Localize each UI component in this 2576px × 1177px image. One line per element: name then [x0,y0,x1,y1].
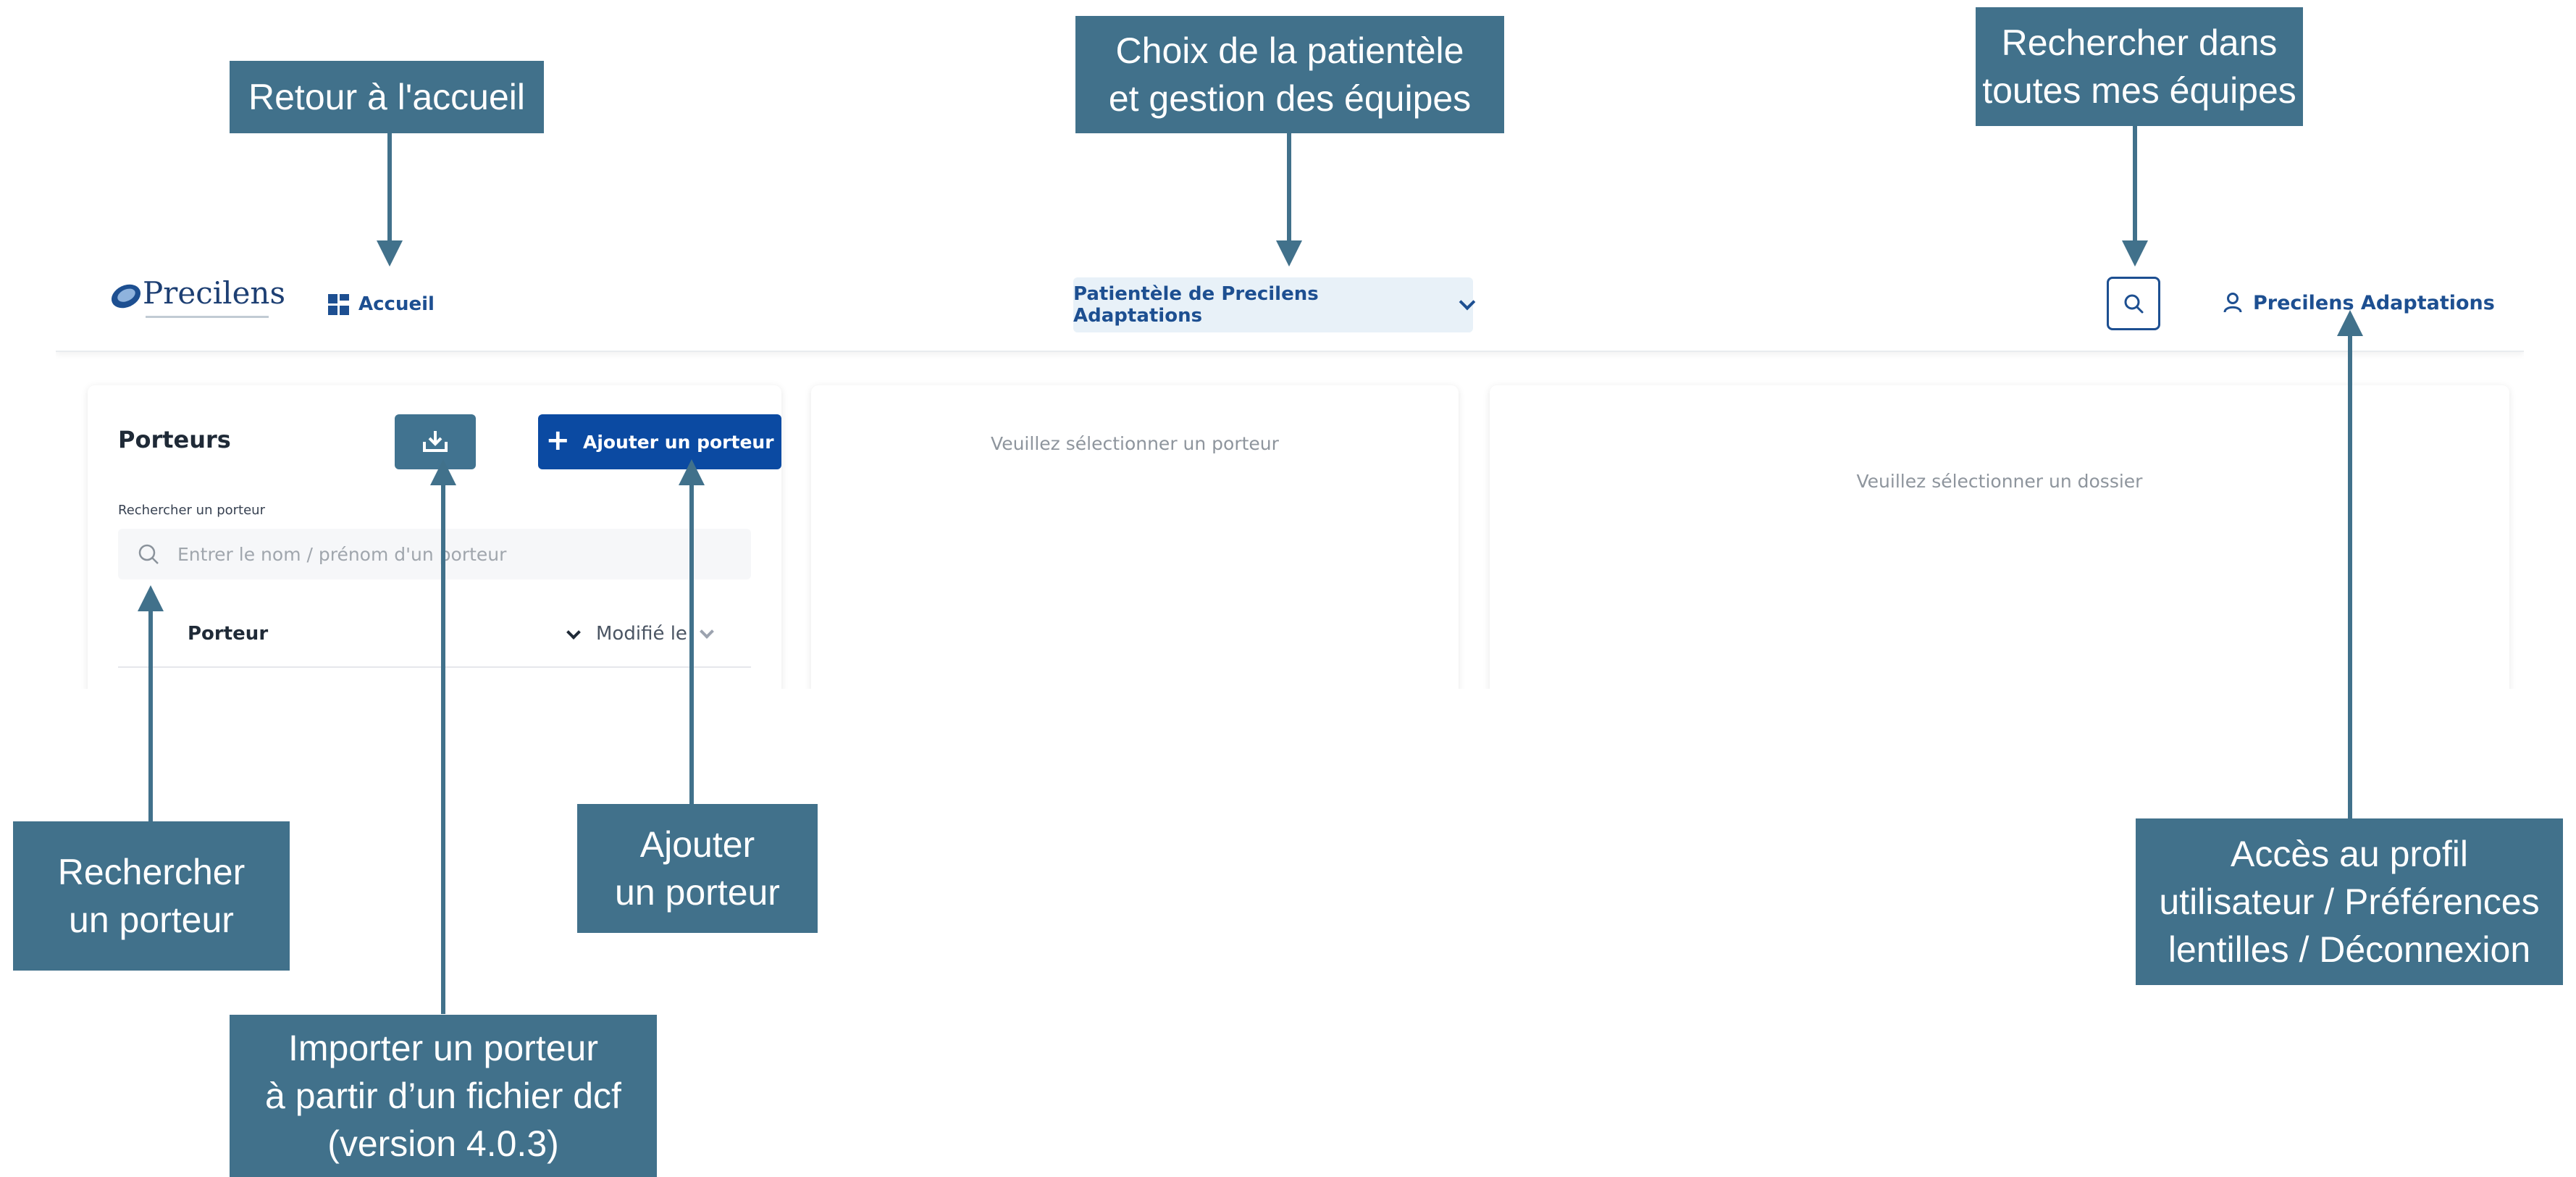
callout-search-wearer: Rechercher un porteur [13,821,290,971]
callout-team: Choix de la patientèle et gestion des éq… [1075,16,1504,133]
callout-search-teams: Rechercher dans toutes mes équipes [1976,7,2303,126]
callout-add-wearer: Ajouter un porteur [577,804,818,933]
callout-profile: Accès au profil utilisateur / Préférence… [2136,818,2563,985]
callout-home: Retour à l'accueil [230,61,544,133]
callout-import-wearer: Importer un porteur à partir d’un fichie… [230,1015,657,1177]
annotation-arrows [138,126,2363,1014]
